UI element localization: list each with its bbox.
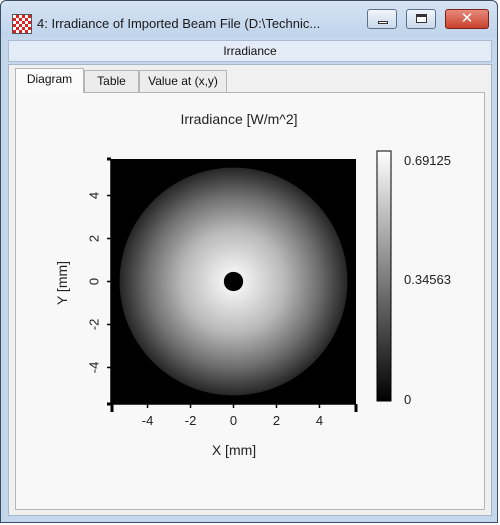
- colorbar-max-label: 0.69125: [404, 153, 451, 168]
- x-tick-label: 0: [230, 413, 237, 428]
- client-area: Diagram Table Value at (x,y) Irradiance …: [8, 64, 492, 516]
- app-window: 4: Irradiance of Imported Beam File (D:\…: [0, 0, 498, 523]
- beam-center-hole: [223, 271, 244, 292]
- colorbar: [376, 150, 392, 402]
- tab-value-at-xy[interactable]: Value at (x,y): [139, 70, 227, 92]
- y-tick-label: -2: [87, 319, 102, 331]
- x-tick-label: 4: [316, 413, 323, 428]
- x-tick-label: 2: [273, 413, 280, 428]
- minimize-button[interactable]: [367, 9, 397, 29]
- close-button[interactable]: ✕: [445, 9, 489, 29]
- document-header: Irradiance: [8, 40, 492, 62]
- y-axis-label: Y [mm]: [54, 261, 70, 305]
- maximize-icon: [416, 14, 427, 23]
- diagram-panel: Irradiance [W/m^2] -4 -2 0 2 4 4 2 0 -2 -4 X [mm…: [15, 92, 485, 510]
- x-tick-label: -4: [142, 413, 154, 428]
- irradiance-chart: Irradiance [W/m^2] -4 -2 0 2 4 4 2 0 -2 -4 X [mm…: [54, 111, 451, 458]
- colorbar-mid-label: 0.34563: [404, 272, 451, 287]
- tab-table[interactable]: Table: [84, 70, 139, 92]
- tab-diagram[interactable]: Diagram: [15, 68, 84, 93]
- y-tick-label: 2: [87, 235, 102, 242]
- title-bar[interactable]: 4: Irradiance of Imported Beam File (D:\…: [1, 1, 497, 37]
- y-tick-label: 0: [87, 278, 102, 285]
- colorbar-min-label: 0: [404, 392, 411, 407]
- x-axis-label: X [mm]: [212, 442, 256, 458]
- y-tick-label: 4: [87, 192, 102, 199]
- chart-title: Irradiance [W/m^2]: [180, 111, 297, 127]
- y-tick-label: -4: [87, 362, 102, 374]
- close-icon: ✕: [460, 10, 474, 27]
- maximize-button[interactable]: [406, 9, 436, 29]
- x-tick-label: -2: [185, 413, 197, 428]
- minimize-icon: [378, 21, 388, 24]
- app-icon: [12, 14, 32, 34]
- window-title: 4: Irradiance of Imported Beam File (D:\…: [37, 16, 321, 31]
